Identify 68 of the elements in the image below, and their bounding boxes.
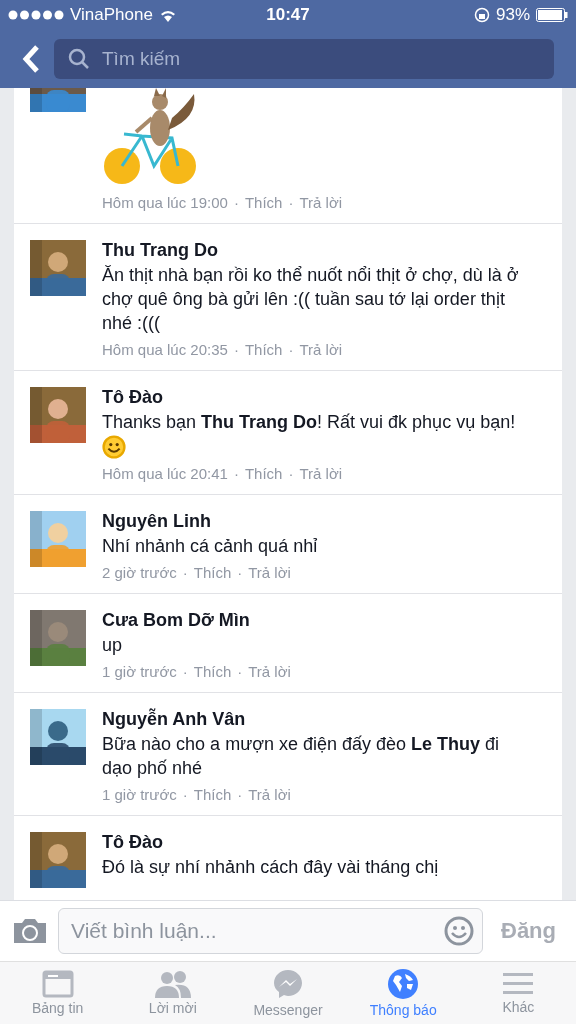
like-link[interactable]: Thích (193, 786, 232, 804)
newspaper-icon (41, 970, 74, 998)
search-bar[interactable]: Tìm kiếm (54, 39, 554, 79)
post-button[interactable]: Đăng (493, 918, 564, 944)
like-link[interactable]: Thích (244, 465, 283, 483)
comment-field[interactable]: Viết bình luận... (69, 918, 444, 944)
signal-icon (8, 10, 64, 20)
separator-dot: · (182, 564, 188, 582)
smiley-icon[interactable] (444, 916, 474, 946)
reply-link[interactable]: Trả lời (248, 786, 291, 804)
tab[interactable]: Lời mời (115, 962, 231, 1024)
comment-text: up (102, 634, 124, 658)
comment-text: Thanks bạn Thu Trang Do! Rất vui đk phục vụ bạn! (102, 410, 522, 460)
globe-icon (387, 968, 420, 1000)
separator-dot: · (288, 194, 294, 211)
camera-icon[interactable] (12, 917, 48, 945)
carrier-name: VinaPhone (70, 5, 153, 25)
like-link[interactable]: Thích (244, 194, 283, 211)
commenter-name[interactable]: Tô Đào (102, 387, 546, 408)
search-field[interactable]: Tìm kiếm (100, 47, 540, 71)
like-link[interactable]: Thích (193, 663, 232, 681)
separator-dot: · (237, 663, 243, 681)
comment-text: Ăn thịt nhà bạn rồi ko thể nuốt nổi thịt ở chợ, dù là ở chợ quê ông bà gửi lên :(( tuần sau tớ lại order thịt nhé :((( (102, 264, 520, 335)
battery-percent: 93% (496, 5, 530, 25)
comment-time: Hôm qua lúc 20:35 (102, 341, 228, 358)
comment-time: 1 giờ trước (102, 786, 177, 804)
clock-time: 10:47 (266, 5, 310, 25)
separator-dot: · (233, 465, 239, 483)
comment-text: Đó là sự nhí nhảnh cách đây vài tháng chị (102, 856, 440, 880)
separator-dot: · (182, 663, 188, 681)
comment-time: Hôm qua lúc 20:41 (102, 465, 228, 483)
comment-text: Bữa nào cho a mượn xe điện đấy đèo Le Thuy đi dạo phố nhé (102, 733, 501, 781)
messenger-icon (272, 968, 304, 1000)
like-link[interactable]: Thích (193, 564, 232, 582)
people-icon (154, 970, 191, 998)
tab[interactable]: Messenger (230, 962, 346, 1024)
reply-link[interactable]: Trả lời (248, 663, 291, 681)
separator-dot: · (182, 786, 188, 804)
commenter-name[interactable]: Nguyên Linh (102, 511, 546, 533)
battery-icon (536, 8, 568, 22)
comment-text: Nhí nhảnh cá cảnh quá nhỉ (102, 535, 319, 559)
rotation-lock-icon (474, 7, 490, 23)
reply-link[interactable]: Trả lời (299, 465, 343, 483)
commenter-name[interactable]: Tô Đào (102, 832, 546, 854)
comment-box[interactable]: Viết bình luận... (58, 908, 483, 954)
grin-emoji-icon (102, 435, 126, 460)
like-link[interactable]: Thích (244, 341, 283, 358)
commenter-name[interactable]: Cưa Bom Dỡ Mìn (102, 610, 546, 632)
reply-link[interactable]: Trả lời (299, 194, 343, 211)
separator-dot: · (237, 786, 243, 804)
tab[interactable]: Thông báo (345, 962, 461, 1024)
tab[interactable]: Khác (460, 962, 576, 1024)
separator-dot: · (288, 465, 294, 483)
separator-dot: · (233, 194, 239, 211)
comment-time: 1 giờ trước (102, 663, 177, 681)
menu-icon (503, 971, 534, 997)
separator-dot: · (288, 341, 294, 358)
comment-time: 2 giờ trước (102, 564, 177, 582)
tab[interactable]: Bảng tin (0, 962, 116, 1024)
reply-link[interactable]: Trả lời (299, 341, 343, 358)
reply-link[interactable]: Trả lời (248, 564, 291, 582)
separator-dot: · (233, 341, 239, 358)
search-icon (68, 48, 90, 70)
commenter-name[interactable]: Nguyễn Anh Vân (102, 709, 546, 731)
commenter-name[interactable]: Thu Trang Do (102, 240, 546, 261)
back-icon[interactable] (22, 45, 40, 73)
separator-dot: · (237, 564, 243, 582)
comment-time: Hôm qua lúc 19:00 (102, 194, 228, 211)
